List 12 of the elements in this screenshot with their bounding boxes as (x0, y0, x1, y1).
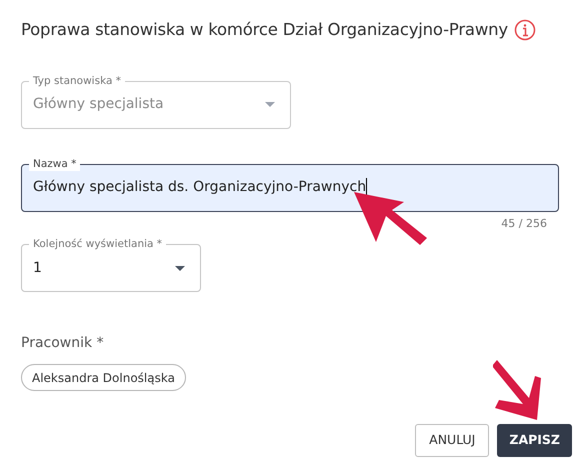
employee-label: Pracownik * (21, 335, 104, 352)
field-label: Kolejność wyświetlania * (29, 237, 166, 252)
dialog-title: Poprawa stanowiska w komórce Dział Organizacyjno-Prawny (21, 19, 508, 41)
field-label: Nazwa * (29, 156, 80, 171)
cancel-button[interactable]: ANULUJ (415, 424, 490, 457)
character-counter: 45 / 256 (501, 216, 547, 232)
dropdown-caret-icon (265, 102, 275, 108)
info-icon[interactable] (514, 19, 536, 42)
field-label: Typ stanowiska * (29, 74, 125, 88)
employee-chip[interactable]: Aleksandra Dolnośląska (21, 364, 186, 392)
dropdown-caret-icon (175, 266, 185, 271)
save-button[interactable]: ZAPISZ (497, 424, 572, 457)
